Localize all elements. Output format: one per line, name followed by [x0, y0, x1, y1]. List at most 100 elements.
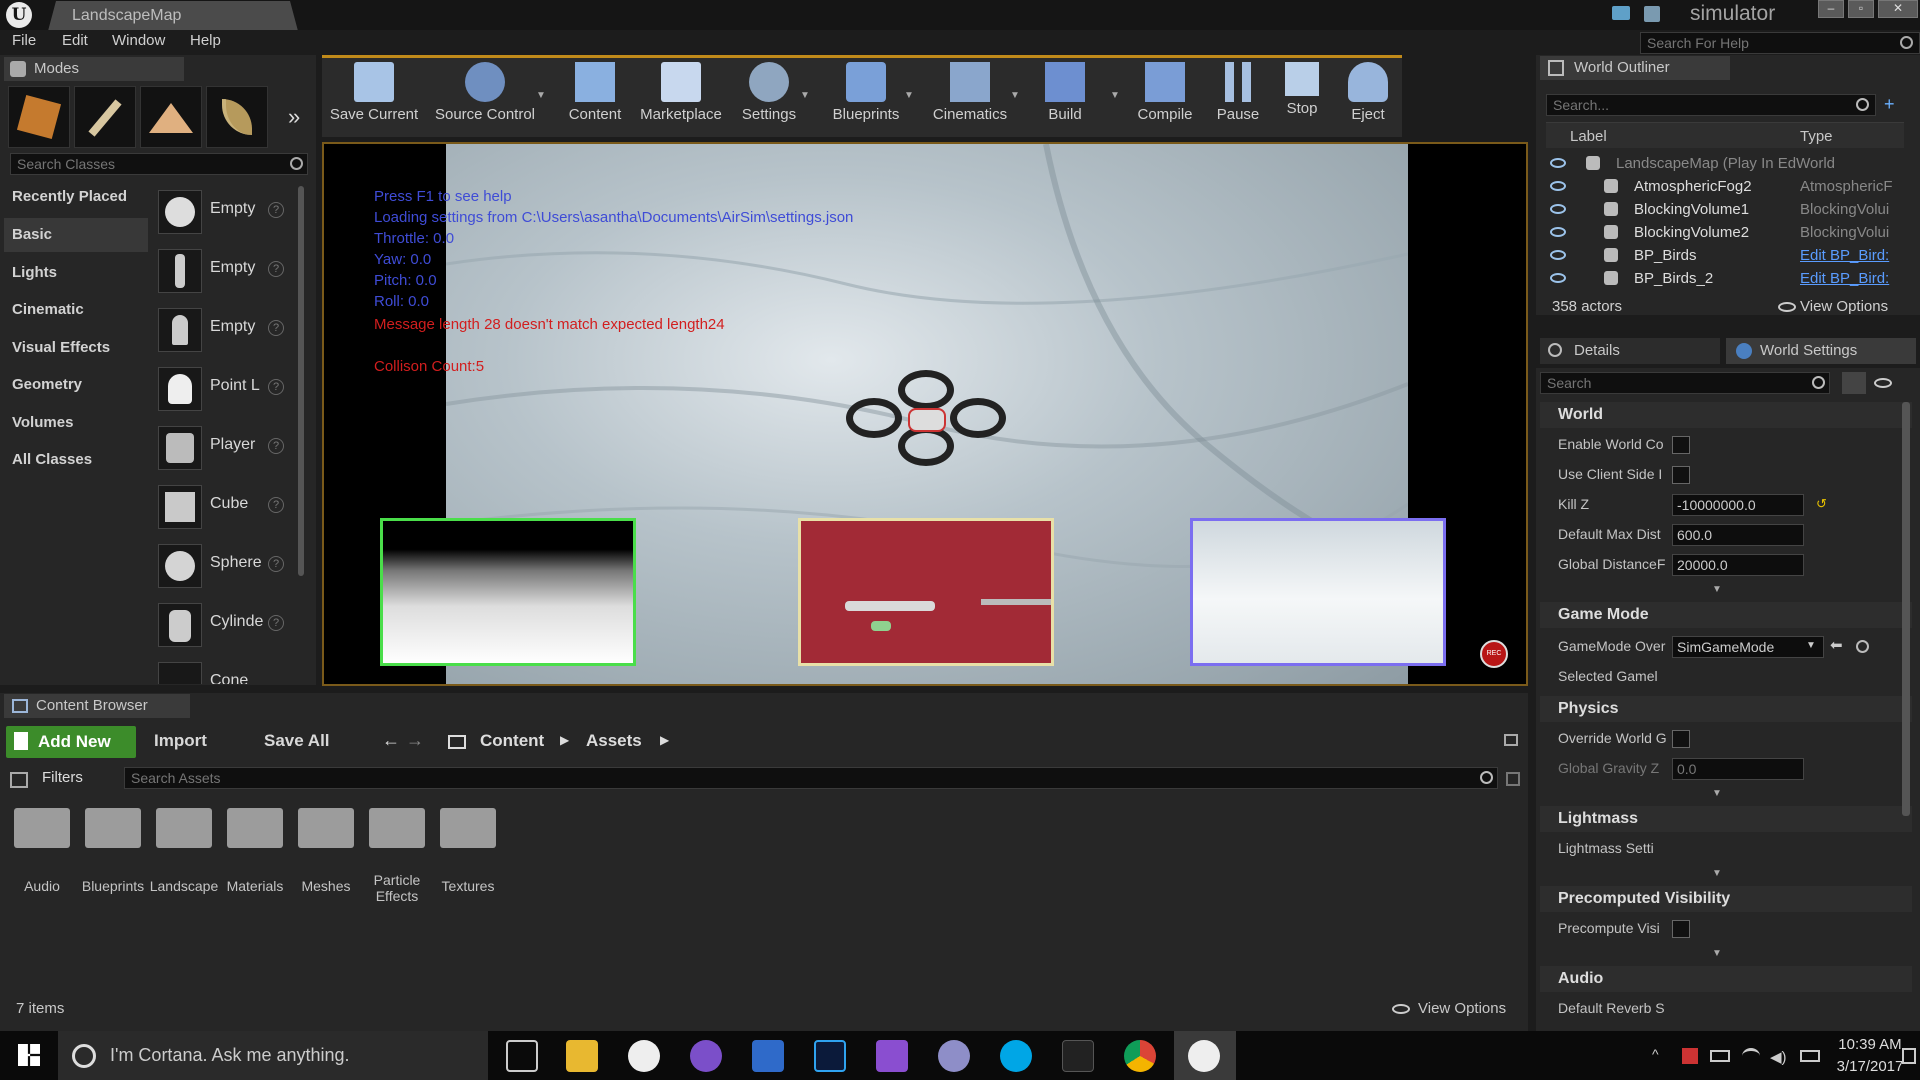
chat-icon[interactable] [1612, 6, 1630, 20]
category-geometry[interactable]: Geometry [4, 368, 148, 402]
details-scrollbar[interactable] [1902, 402, 1910, 816]
content-button[interactable]: Content [560, 60, 630, 136]
outliner-row-type[interactable]: Edit BP_Bird: [1800, 270, 1892, 287]
source-control-button[interactable]: Source Control [426, 60, 544, 136]
precompute-visibility-checkbox[interactable] [1672, 920, 1690, 938]
stop-button[interactable]: Stop [1274, 60, 1330, 136]
folder-icon[interactable] [156, 808, 212, 848]
help-icon[interactable]: ? [268, 438, 284, 454]
folder-label-meshes[interactable]: Meshes [286, 878, 366, 894]
folder-icon[interactable] [227, 808, 283, 848]
wifi-icon[interactable] [1742, 1048, 1760, 1064]
eye-icon[interactable] [1550, 227, 1566, 237]
category-all-classes[interactable]: All Classes [4, 443, 148, 477]
battery-icon[interactable] [1710, 1050, 1730, 1062]
minimize-button[interactable]: – [1818, 0, 1844, 18]
help-search-input[interactable] [1640, 32, 1920, 54]
place-item[interactable]: Point L? [158, 363, 298, 415]
section-precomputed-visibility[interactable]: Precomputed Visibility [1540, 886, 1912, 912]
photoshop-icon[interactable] [814, 1040, 846, 1072]
add-actor-icon[interactable]: + [1884, 95, 1902, 114]
level-tab[interactable]: LandscapeMap [48, 1, 298, 31]
save-all-button[interactable]: Save All [264, 731, 330, 751]
column-label[interactable]: Label [1570, 128, 1607, 145]
landscape-mode-icon[interactable] [140, 86, 202, 148]
outliner-row[interactable]: AtmosphericFog2 AtmosphericF [1546, 176, 1892, 198]
arrow-left-icon[interactable]: ⬅ [1830, 636, 1843, 654]
help-icon[interactable]: ? [268, 556, 284, 572]
chevron-down-icon[interactable]: ▼ [536, 90, 546, 101]
task-view-icon[interactable] [506, 1040, 538, 1072]
section-lightmass[interactable]: Lightmass [1540, 806, 1912, 832]
place-item[interactable]: Empty? [158, 245, 298, 297]
content-view-options[interactable]: View Options [1418, 1000, 1506, 1017]
modes-tab[interactable]: Modes [4, 57, 184, 81]
volume-icon[interactable]: ◀) [1770, 1048, 1787, 1066]
folder-label-particle-effects[interactable]: Particle Effects [357, 872, 437, 904]
folder-label-audio[interactable]: Audio [2, 878, 82, 894]
viber-icon[interactable] [690, 1040, 722, 1072]
place-item[interactable]: Cube? [158, 481, 298, 533]
place-mode-icon[interactable] [8, 86, 70, 148]
search-assets-input[interactable] [124, 767, 1498, 789]
chevron-down-icon[interactable]: ▼ [1806, 640, 1816, 651]
outliner-search-input[interactable] [1546, 94, 1876, 116]
maximize-button[interactable]: ▫ [1848, 0, 1874, 18]
folder-icon[interactable] [298, 808, 354, 848]
eye-icon[interactable] [1550, 273, 1566, 283]
outliner-row-type[interactable]: Edit BP_Bird: [1800, 247, 1892, 264]
unreal-engine-active-icon[interactable] [1188, 1040, 1220, 1072]
content-browser-tab[interactable]: Content Browser [4, 694, 190, 718]
chevron-down-icon[interactable]: ▼ [1010, 90, 1020, 101]
app-icon[interactable] [938, 1040, 970, 1072]
prop-default-reverb[interactable]: Default Reverb S [1558, 1000, 1665, 1016]
foliage-mode-icon[interactable] [206, 86, 268, 148]
build-button[interactable]: Build [1036, 60, 1094, 136]
folder-label-textures[interactable]: Textures [428, 878, 508, 894]
back-arrow-icon[interactable]: ← [382, 730, 400, 751]
chevron-up-icon[interactable]: ^ [1652, 1046, 1659, 1062]
eye-icon[interactable] [1550, 158, 1566, 168]
place-item[interactable]: Empty? [158, 304, 298, 356]
help-icon[interactable]: ? [268, 379, 284, 395]
chevron-down-icon[interactable]: ▼ [1110, 90, 1120, 101]
menu-window[interactable]: Window [112, 32, 165, 49]
outliner-row[interactable]: LandscapeMap (Play In EdWorld [1546, 153, 1892, 175]
column-type[interactable]: Type [1800, 128, 1833, 145]
override-world-gravity-checkbox[interactable] [1672, 730, 1690, 748]
paint-mode-icon[interactable] [74, 86, 136, 148]
search-classes-input[interactable] [10, 153, 308, 175]
eye-icon[interactable] [1874, 378, 1892, 388]
prop-selected-gamemode[interactable]: Selected Gamel [1558, 668, 1658, 684]
eye-icon[interactable] [1550, 204, 1566, 214]
chevron-down-icon[interactable]: ▼ [1712, 948, 1722, 959]
save-current-button[interactable]: Save Current [326, 60, 422, 136]
forward-arrow-icon[interactable]: → [406, 730, 424, 751]
place-item[interactable]: Empty? [158, 186, 298, 238]
eject-button[interactable]: Eject [1340, 60, 1396, 136]
chevron-down-icon[interactable]: ▼ [1712, 788, 1722, 799]
lock-icon[interactable] [1504, 734, 1518, 746]
chrome-icon[interactable] [1124, 1040, 1156, 1072]
unreal-engine-icon[interactable] [628, 1040, 660, 1072]
folder-icon[interactable] [14, 808, 70, 848]
filters-button[interactable]: Filters [42, 769, 83, 786]
clock-time[interactable]: 10:39 AM [1838, 1036, 1902, 1053]
place-item[interactable]: Sphere? [158, 540, 298, 592]
menu-file[interactable]: File [12, 32, 36, 49]
world-outliner-tab[interactable]: World Outliner [1540, 56, 1730, 80]
category-visual-effects[interactable]: Visual Effects [4, 331, 148, 365]
save-search-icon[interactable] [1506, 772, 1520, 786]
more-modes-icon[interactable]: » [288, 104, 300, 130]
folder-label-landscape[interactable]: Landscape [144, 878, 224, 894]
property-matrix-icon[interactable] [1842, 372, 1866, 394]
record-button[interactable]: REC [1480, 640, 1508, 668]
section-world[interactable]: World [1540, 402, 1912, 428]
reset-icon[interactable]: ↺ [1816, 496, 1827, 512]
outliner-row[interactable]: BlockingVolume1 BlockingVolui [1546, 199, 1892, 221]
section-physics[interactable]: Physics [1540, 696, 1912, 722]
category-basic[interactable]: Basic [4, 218, 148, 252]
category-volumes[interactable]: Volumes [4, 406, 148, 440]
visual-studio-icon[interactable] [876, 1040, 908, 1072]
menu-edit[interactable]: Edit [62, 32, 88, 49]
